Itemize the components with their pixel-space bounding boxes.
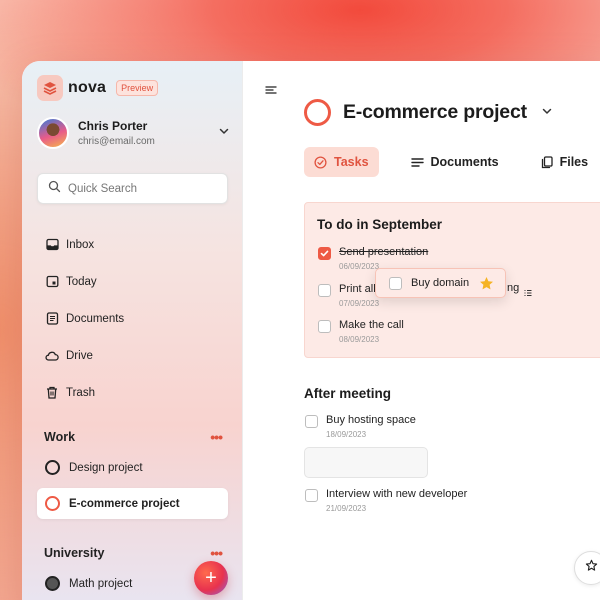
- sidebar-item-documents[interactable]: Documents: [45, 300, 124, 337]
- more-options-icon[interactable]: •••: [210, 429, 223, 445]
- star-outline-icon: [585, 559, 598, 577]
- tab-label: Tasks: [334, 155, 369, 169]
- task-title: Make the call: [339, 319, 404, 331]
- user-profile[interactable]: Chris Porter chris@email.com: [37, 117, 232, 149]
- tab-documents[interactable]: Documents: [401, 147, 509, 177]
- task-date: 08/09/2023: [339, 335, 380, 344]
- task-checkbox[interactable]: [318, 247, 331, 260]
- task-item: Buy hosting space 18/09/2023: [305, 414, 416, 439]
- section-title: After meeting: [304, 386, 392, 401]
- tab-label: Documents: [430, 155, 499, 169]
- calendar-icon: [45, 275, 59, 289]
- project-label: Math project: [69, 577, 133, 590]
- project-circle-icon: [45, 576, 60, 591]
- user-email: chris@email.com: [78, 136, 155, 147]
- document-icon: [45, 312, 59, 326]
- page-title: E-commerce project: [343, 101, 527, 123]
- chevron-down-icon[interactable]: [218, 124, 230, 142]
- chevron-down-icon[interactable]: [541, 104, 553, 122]
- sidebar-item-label: Documents: [66, 312, 125, 325]
- task-date: 21/09/2023: [326, 504, 367, 513]
- project-label: Design project: [69, 461, 143, 474]
- task-checkbox[interactable]: [305, 489, 318, 502]
- drop-placeholder[interactable]: [304, 447, 428, 478]
- search-box: [37, 173, 228, 204]
- user-name: Chris Porter: [78, 119, 148, 133]
- section-title: University: [44, 546, 105, 560]
- task-title-tail: ng: [507, 282, 520, 294]
- brand[interactable]: nova Preview: [37, 75, 159, 101]
- star-icon[interactable]: [479, 276, 494, 291]
- task-checkbox[interactable]: [318, 320, 331, 333]
- sidebar-item-label: Inbox: [66, 238, 95, 251]
- tab-tasks[interactable]: Tasks: [304, 147, 379, 177]
- collapse-sidebar-icon[interactable]: [265, 82, 277, 100]
- avatar: [37, 117, 69, 149]
- search-input[interactable]: [68, 182, 208, 195]
- project-circle-icon: [45, 496, 60, 511]
- sidebar-item-label: Today: [66, 275, 97, 288]
- dragging-task-card[interactable]: Buy domain: [375, 268, 506, 298]
- tab-files[interactable]: Files: [531, 147, 599, 177]
- sidebar: nova Preview Chris Porter chris@email.co…: [22, 61, 243, 600]
- sidebar-item-trash[interactable]: Trash: [45, 374, 124, 411]
- main-panel: E-commerce project Tasks Documents Files…: [243, 61, 600, 600]
- task-title: Send presentation: [339, 246, 429, 258]
- task-title: Interview with new developer: [326, 488, 468, 500]
- cloud-icon: [45, 349, 59, 363]
- sidebar-item-inbox[interactable]: Inbox: [45, 226, 124, 263]
- preview-badge: Preview: [116, 80, 159, 96]
- files-icon: [541, 155, 553, 169]
- project-header: E-commerce project: [304, 99, 553, 126]
- task-checkbox[interactable]: [318, 284, 331, 297]
- inbox-icon: [45, 238, 59, 252]
- add-button[interactable]: +: [194, 561, 228, 595]
- section-university: University •••: [44, 545, 223, 561]
- task-date: 18/09/2023: [326, 430, 367, 439]
- task-title: Buy domain: [411, 277, 470, 289]
- task-date: 07/09/2023: [339, 299, 380, 308]
- task-item: Interview with new developer 21/09/2023: [305, 488, 467, 513]
- task-title: Buy hosting space: [326, 414, 416, 426]
- project-item-design[interactable]: Design project: [37, 452, 228, 483]
- sidebar-item-label: Drive: [66, 349, 93, 362]
- task-item: Print all 07/09/2023: [318, 283, 379, 308]
- sidebar-item-drive[interactable]: Drive: [45, 337, 124, 374]
- favorites-button[interactable]: [574, 551, 600, 585]
- task-title: Print all: [339, 283, 376, 295]
- tab-label: Files: [559, 155, 589, 169]
- lines-icon: [410, 157, 424, 168]
- sidebar-item-label: Trash: [66, 386, 95, 399]
- project-status-icon: [304, 99, 331, 126]
- section-title: To do in September: [317, 217, 443, 232]
- task-item: Make the call 08/09/2023: [318, 319, 404, 344]
- search-icon: [48, 180, 61, 198]
- app-window: nova Preview Chris Porter chris@email.co…: [22, 61, 600, 600]
- project-item-ecommerce[interactable]: E-commerce project: [37, 488, 228, 519]
- task-checkbox[interactable]: [389, 277, 402, 290]
- more-options-icon[interactable]: •••: [210, 545, 223, 561]
- list-icon: [524, 284, 532, 302]
- nova-logo-icon: [37, 75, 63, 101]
- trash-icon: [45, 386, 59, 400]
- section-work: Work •••: [44, 429, 223, 445]
- check-circle-icon: [314, 155, 327, 169]
- task-checkbox[interactable]: [305, 415, 318, 428]
- project-circle-icon: [45, 460, 60, 475]
- section-title: Work: [44, 430, 76, 444]
- plus-icon: +: [205, 566, 217, 589]
- project-label: E-commerce project: [69, 497, 180, 510]
- sidebar-item-today[interactable]: Today: [45, 263, 124, 300]
- sidebar-nav: Inbox Today Documents Drive Trash: [45, 226, 124, 411]
- tab-bar: Tasks Documents Files: [304, 147, 598, 177]
- brand-name: nova: [68, 79, 107, 96]
